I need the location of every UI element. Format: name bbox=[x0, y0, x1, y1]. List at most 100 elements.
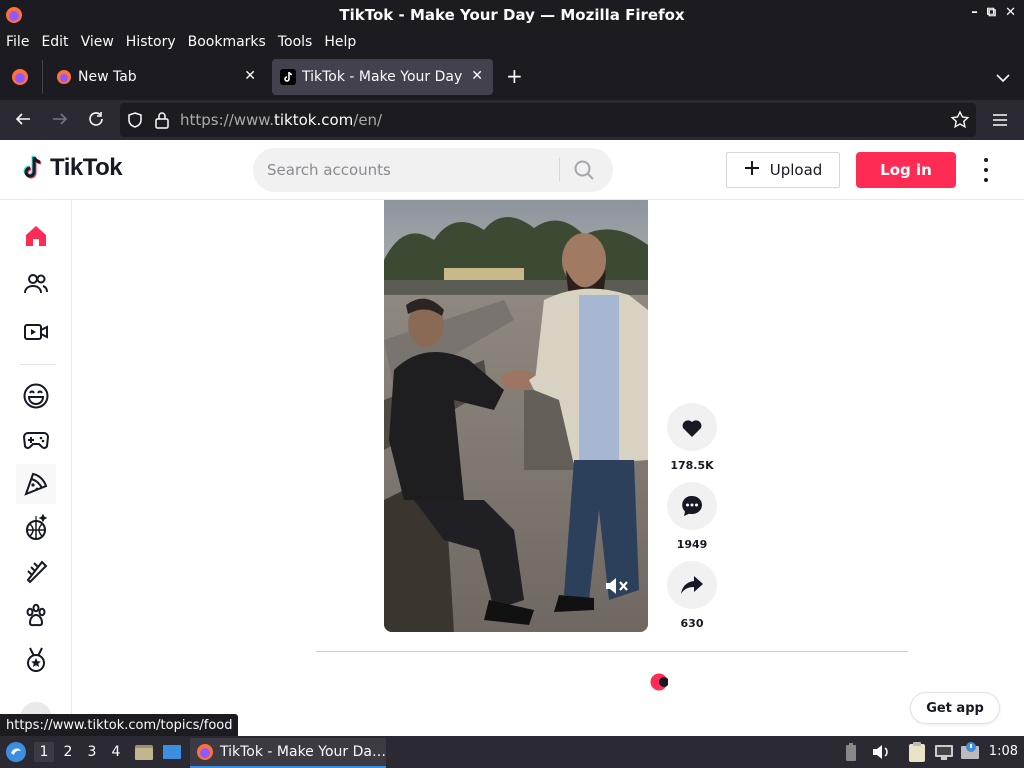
tab-bar: New Tab ✕ TikTok - Make Your Day ✕ + bbox=[0, 54, 1024, 100]
firefox-tab-icon bbox=[57, 70, 71, 84]
menu-bar: File Edit View History Bookmarks Tools H… bbox=[0, 30, 1024, 54]
tab-tiktok[interactable]: TikTok - Make Your Day ✕ bbox=[272, 59, 493, 95]
clock: 1:08 bbox=[988, 744, 1018, 759]
forward-icon[interactable] bbox=[51, 110, 69, 132]
share-button[interactable] bbox=[667, 561, 717, 609]
sidebar-item-live[interactable] bbox=[16, 312, 56, 352]
menu-view[interactable]: View bbox=[81, 34, 114, 50]
share-count: 630 bbox=[680, 617, 704, 630]
sidebar bbox=[0, 200, 72, 736]
file-manager-icon[interactable] bbox=[134, 742, 154, 766]
search-input[interactable] bbox=[267, 148, 547, 192]
window-title: TikTok - Make Your Day — Mozilla Firefox bbox=[339, 6, 685, 24]
search-divider bbox=[559, 158, 560, 182]
taskbar: 1 2 3 4 TikTok - Make Your Da… 1:08 bbox=[0, 736, 1024, 768]
upload-label: Upload bbox=[769, 161, 823, 179]
close-icon[interactable]: ✕ bbox=[471, 68, 483, 84]
sidebar-item-following[interactable] bbox=[16, 264, 56, 304]
home-icon bbox=[26, 226, 46, 246]
new-tab-icon[interactable]: + bbox=[506, 64, 523, 88]
paw-icon bbox=[26, 603, 46, 627]
workspace-1[interactable]: 1 bbox=[34, 742, 54, 762]
sidebar-item-animals[interactable] bbox=[16, 596, 56, 636]
sidebar-item-sports[interactable] bbox=[16, 640, 56, 680]
bookmark-star-icon[interactable] bbox=[950, 110, 970, 134]
more-options-icon[interactable] bbox=[976, 158, 996, 182]
heart-icon bbox=[682, 420, 702, 437]
hamburger-menu-icon[interactable] bbox=[992, 112, 1008, 131]
battery-icon[interactable] bbox=[844, 742, 858, 766]
plus-icon bbox=[744, 160, 760, 180]
tab-label: TikTok - Make Your Day bbox=[302, 69, 463, 85]
status-url: https://www.tiktok.com/topics/food bbox=[0, 714, 239, 736]
menu-edit[interactable]: Edit bbox=[41, 34, 68, 50]
tiktok-header: TikTok Upload Log in bbox=[0, 140, 1024, 200]
search-box bbox=[253, 148, 613, 192]
firefox-icon bbox=[197, 744, 213, 760]
sidebar-item-gaming[interactable] bbox=[16, 420, 56, 460]
smile-icon bbox=[23, 383, 49, 409]
tiktok-logo[interactable]: TikTok bbox=[20, 154, 123, 182]
upload-button[interactable]: Upload bbox=[726, 152, 840, 188]
get-app-button[interactable]: Get app bbox=[910, 692, 1000, 724]
back-icon[interactable] bbox=[14, 110, 32, 132]
medal-icon bbox=[27, 647, 45, 672]
comment-button[interactable] bbox=[667, 482, 717, 530]
menu-help[interactable]: Help bbox=[324, 34, 356, 50]
firefox-icon bbox=[5, 6, 23, 28]
workspace-3[interactable]: 3 bbox=[82, 742, 102, 762]
login-button[interactable]: Log in bbox=[856, 152, 956, 188]
minimize-icon[interactable]: – bbox=[971, 5, 978, 20]
workspace-4[interactable]: 4 bbox=[106, 742, 126, 762]
restore-icon[interactable]: ⧉ bbox=[987, 5, 996, 20]
people-icon bbox=[24, 274, 48, 294]
close-icon[interactable]: ✕ bbox=[244, 68, 256, 84]
search-icon[interactable] bbox=[573, 159, 595, 185]
window-titlebar: TikTok - Make Your Day — Mozilla Firefox… bbox=[0, 0, 1024, 30]
tab-new-tab[interactable]: New Tab ✕ bbox=[48, 59, 266, 95]
comment-icon bbox=[682, 495, 702, 516]
content-divider bbox=[316, 651, 908, 652]
list-tabs-icon[interactable] bbox=[996, 68, 1010, 87]
sidebar-item-comedy[interactable] bbox=[16, 376, 56, 416]
sidebar-item-dance[interactable] bbox=[16, 508, 56, 548]
desktop-icon[interactable] bbox=[162, 742, 182, 766]
workspace-2[interactable]: 2 bbox=[58, 742, 78, 762]
loading-spinner bbox=[650, 673, 669, 691]
taskbar-app-label: TikTok - Make Your Da… bbox=[220, 744, 386, 760]
mute-icon[interactable] bbox=[604, 576, 630, 600]
lock-icon[interactable] bbox=[154, 111, 170, 133]
sidebar-item-beauty[interactable] bbox=[16, 552, 56, 592]
sidebar-divider bbox=[20, 364, 56, 365]
notification-icon[interactable] bbox=[960, 741, 982, 767]
tiktok-tab-icon bbox=[280, 69, 296, 85]
url-text[interactable]: https://www.tiktok.com/en/ bbox=[180, 111, 382, 129]
menu-history[interactable]: History bbox=[126, 34, 176, 50]
navigation-bar: https://www.tiktok.com/en/ bbox=[0, 100, 1024, 140]
taskbar-app-firefox[interactable]: TikTok - Make Your Da… bbox=[190, 738, 386, 768]
url-bar[interactable]: https://www.tiktok.com/en/ bbox=[120, 103, 976, 137]
tab-label: New Tab bbox=[78, 69, 137, 85]
live-video-icon bbox=[24, 324, 48, 340]
like-count: 178.5K bbox=[670, 459, 714, 472]
network-icon[interactable] bbox=[934, 742, 954, 766]
start-menu-icon[interactable] bbox=[5, 741, 27, 767]
gamepad-icon bbox=[22, 432, 50, 449]
menu-file[interactable]: File bbox=[6, 34, 29, 50]
tiktok-wordmark: TikTok bbox=[50, 154, 123, 181]
video-player[interactable] bbox=[384, 200, 648, 632]
comment-count: 1949 bbox=[676, 538, 708, 551]
sidebar-item-food[interactable] bbox=[16, 464, 56, 504]
close-window-icon[interactable]: ✕ bbox=[1005, 5, 1016, 20]
tiktok-note-icon bbox=[23, 155, 42, 179]
volume-icon[interactable] bbox=[872, 743, 890, 765]
reload-icon[interactable] bbox=[87, 110, 105, 132]
menu-bookmarks[interactable]: Bookmarks bbox=[188, 34, 266, 50]
like-button[interactable] bbox=[667, 403, 717, 451]
clipboard-icon[interactable] bbox=[908, 741, 926, 767]
menu-tools[interactable]: Tools bbox=[278, 34, 313, 50]
sidebar-item-home[interactable] bbox=[16, 216, 56, 256]
pizza-icon bbox=[24, 472, 48, 496]
firefox-view-icon[interactable] bbox=[11, 68, 29, 90]
shield-icon[interactable] bbox=[126, 111, 144, 133]
